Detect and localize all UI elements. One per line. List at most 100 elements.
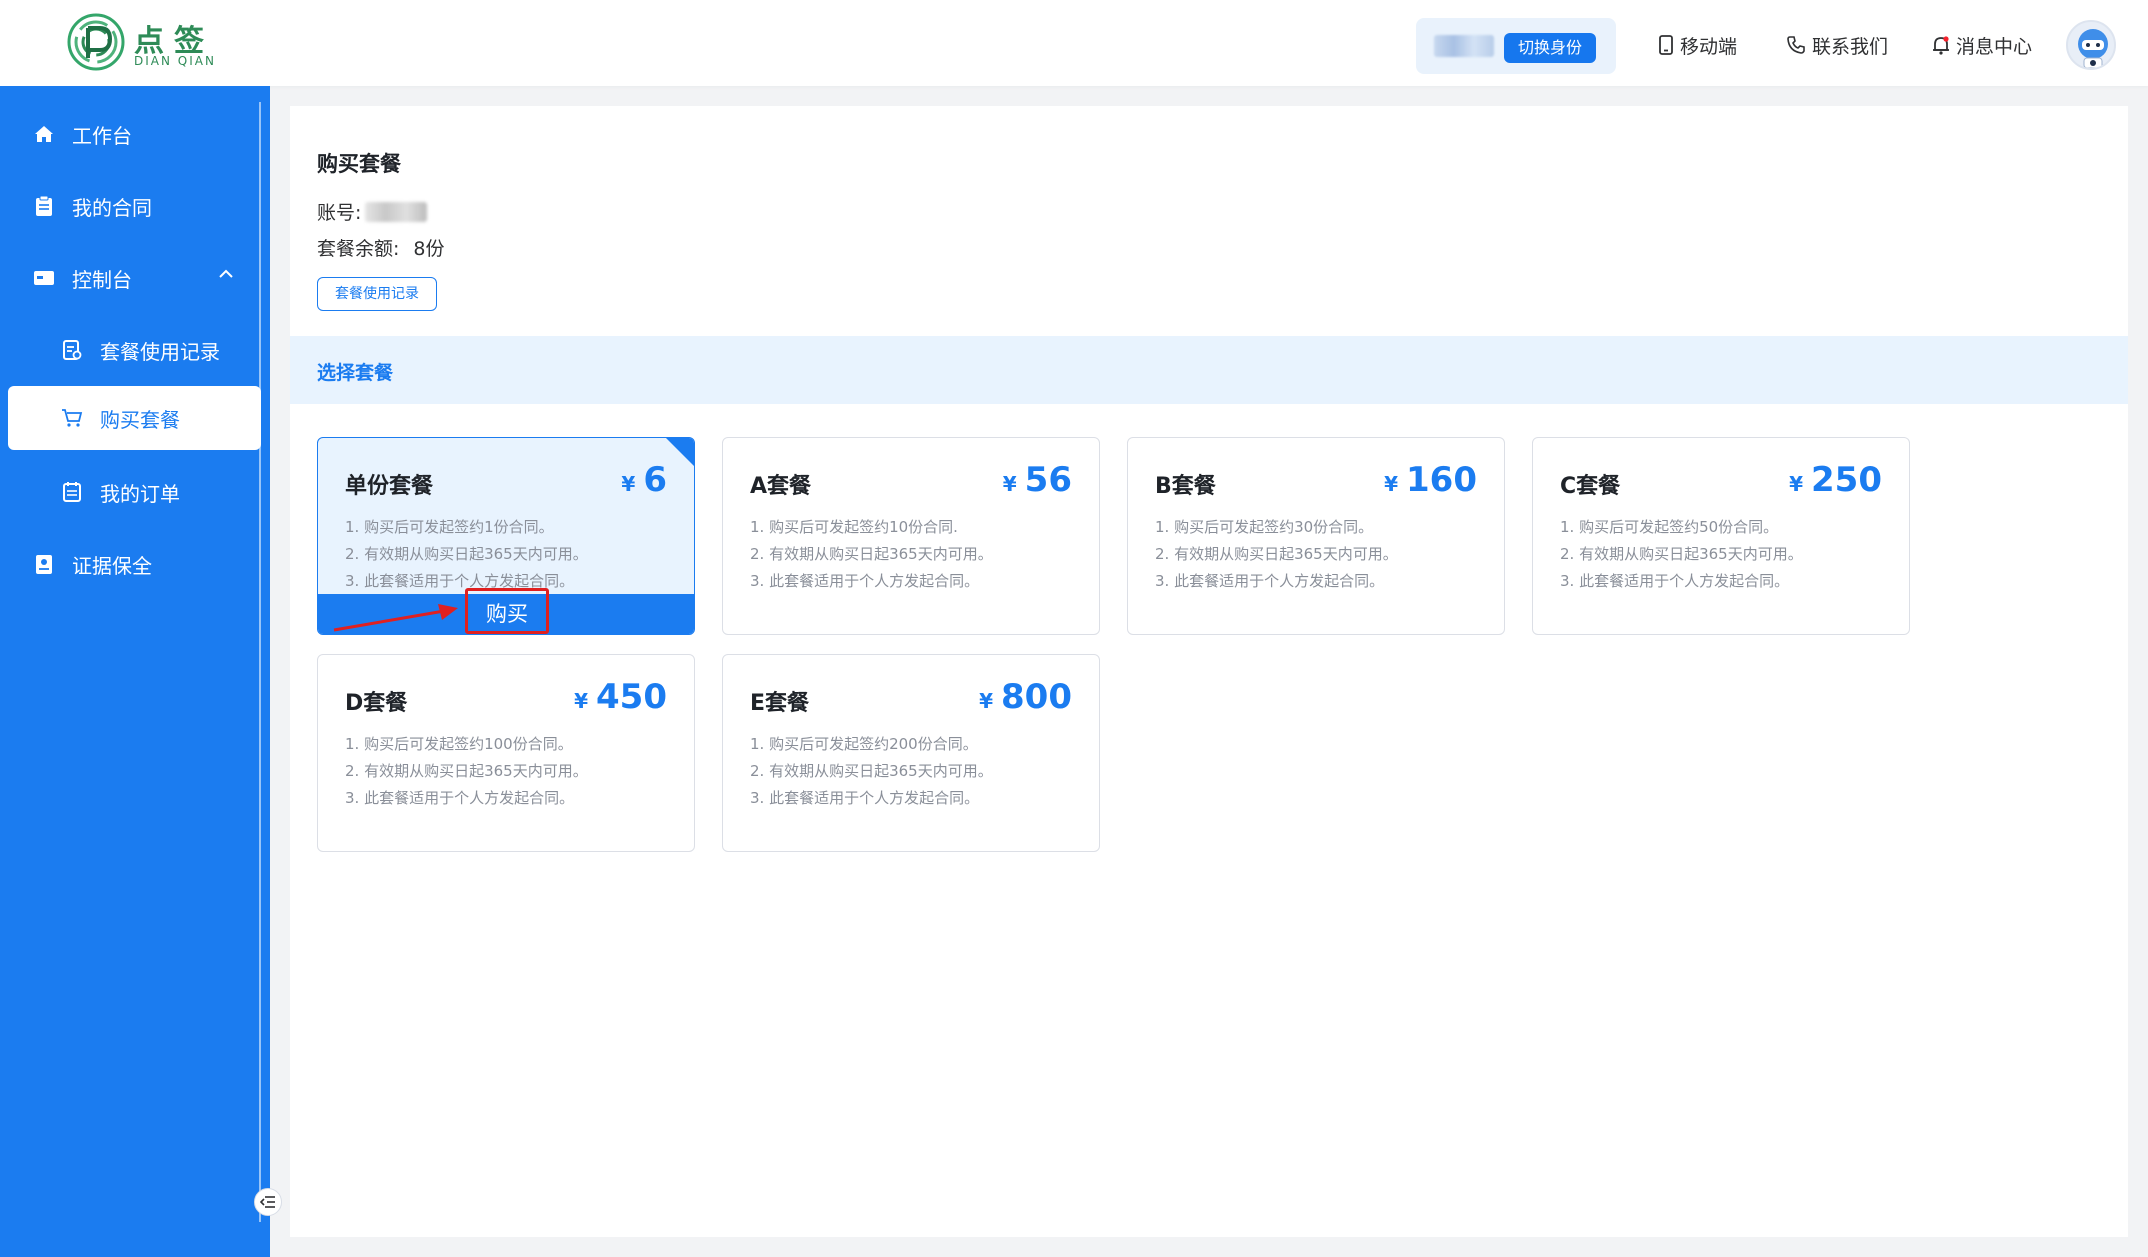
mobile-icon xyxy=(1659,35,1673,55)
description-line: 2. 有效期从购买日起365天内可用。 xyxy=(750,762,993,780)
sidebar-item-label: 我的合同 xyxy=(72,195,152,220)
price-value: 800 xyxy=(1001,677,1072,717)
description-line: 2. 有效期从购买日起365天内可用。 xyxy=(1560,545,1803,563)
balance-value: 8份 xyxy=(413,238,445,260)
sidebar: 工作台 我的合同 控制台 套餐使用记录 购买套餐 我的订单 证据保全 xyxy=(0,86,282,1257)
description-line: 2. 有效期从购买日起365天内可用。 xyxy=(1155,545,1398,563)
package-card-e[interactable]: E套餐 ¥800 1. 购买后可发起签约200份合同。 2. 有效期从购买日起3… xyxy=(722,654,1100,852)
avatar-robot-icon xyxy=(2078,29,2108,68)
package-price: ¥56 xyxy=(1003,460,1072,500)
description-line: 1. 购买后可发起签约1份合同。 xyxy=(345,518,554,536)
package-description: 1. 购买后可发起签约1份合同。 2. 有效期从购买日起365天内可用。 3. … xyxy=(345,514,588,595)
logo-mark-icon xyxy=(67,13,125,71)
package-card-b[interactable]: B套餐 ¥160 1. 购买后可发起签约30份合同。 2. 有效期从购买日起36… xyxy=(1127,437,1505,635)
currency-symbol: ¥ xyxy=(1789,472,1804,496)
evidence-icon xyxy=(32,552,56,576)
package-price: ¥250 xyxy=(1789,460,1882,500)
sidebar-item-label: 购买套餐 xyxy=(100,407,180,432)
user-avatar[interactable] xyxy=(2066,20,2116,70)
sidebar-item-label: 套餐使用记录 xyxy=(100,339,220,364)
phone-icon xyxy=(1787,36,1805,54)
description-line: 1. 购买后可发起签约100份合同。 xyxy=(345,735,573,753)
currency-symbol: ¥ xyxy=(1002,472,1017,496)
description-line: 3. 此套餐适用于个人方发起合同。 xyxy=(345,789,575,807)
package-name: C套餐 xyxy=(1560,474,1621,499)
package-description: 1. 购买后可发起签约200份合同。 2. 有效期从购买日起365天内可用。 3… xyxy=(750,731,993,812)
package-card-a[interactable]: A套餐 ¥56 1. 购买后可发起签约10份合同. 2. 有效期从购买日起365… xyxy=(722,437,1100,635)
price-value: 250 xyxy=(1811,460,1882,500)
bell-icon xyxy=(1933,36,1949,55)
clipboard-icon xyxy=(32,194,56,218)
price-value: 6 xyxy=(643,460,667,500)
balance-row: 套餐余额: 8份 xyxy=(317,234,445,261)
package-price: ¥450 xyxy=(574,677,667,717)
package-card-single[interactable]: 单份套餐 ¥6 1. 购买后可发起签约1份合同。 2. 有效期从购买日起365天… xyxy=(317,437,695,635)
buy-button[interactable]: 购买 xyxy=(465,588,549,634)
logo-text-en: DIAN QIAN xyxy=(134,54,216,68)
home-icon xyxy=(32,122,56,146)
currency-symbol: ¥ xyxy=(574,689,589,713)
package-description: 1. 购买后可发起签约30份合同。 2. 有效期从购买日起365天内可用。 3.… xyxy=(1155,514,1398,595)
description-line: 1. 购买后可发起签约50份合同。 xyxy=(1560,518,1779,536)
description-line: 3. 此套餐适用于个人方发起合同。 xyxy=(1560,572,1790,590)
sidebar-item-console[interactable]: 控制台 xyxy=(0,246,262,310)
description-line: 2. 有效期从购买日起365天内可用。 xyxy=(345,762,588,780)
price-value: 450 xyxy=(596,677,667,717)
collapse-sidebar-button[interactable] xyxy=(254,1188,282,1216)
sidebar-item-my-orders[interactable]: 我的订单 xyxy=(0,460,262,524)
package-card-c[interactable]: C套餐 ¥250 1. 购买后可发起签约50份合同。 2. 有效期从购买日起36… xyxy=(1532,437,1910,635)
currency-symbol: ¥ xyxy=(1384,472,1399,496)
contact-link[interactable]: 联系我们 xyxy=(1786,30,1888,60)
price-value: 56 xyxy=(1024,460,1072,500)
description-line: 1. 购买后可发起签约10份合同. xyxy=(750,518,958,536)
blurred-username xyxy=(1434,35,1494,57)
description-line: 2. 有效期从购买日起365天内可用。 xyxy=(345,545,588,563)
message-center-link[interactable]: 消息中心 xyxy=(1932,30,2032,60)
order-icon xyxy=(60,480,84,504)
package-description: 1. 购买后可发起签约100份合同。 2. 有效期从购买日起365天内可用。 3… xyxy=(345,731,588,812)
package-price: ¥6 xyxy=(621,460,667,500)
identity-box: 切换身份 xyxy=(1416,18,1616,74)
description-line: 3. 此套餐适用于个人方发起合同。 xyxy=(750,789,980,807)
package-usage-button[interactable]: 套餐使用记录 xyxy=(317,277,437,311)
account-label: 账号: xyxy=(317,202,362,224)
section-title: 选择套餐 xyxy=(317,362,394,384)
price-value: 160 xyxy=(1406,460,1477,500)
description-line: 1. 购买后可发起签约200份合同。 xyxy=(750,735,978,753)
selected-corner-mark xyxy=(666,438,694,466)
package-name: B套餐 xyxy=(1155,474,1216,499)
description-line: 1. 购买后可发起签约30份合同。 xyxy=(1155,518,1374,536)
package-description: 1. 购买后可发起签约50份合同。 2. 有效期从购买日起365天内可用。 3.… xyxy=(1560,514,1803,595)
section-header: 选择套餐 xyxy=(290,336,2128,404)
sidebar-item-package-usage[interactable]: 套餐使用记录 xyxy=(0,318,262,382)
account-row: 账号: xyxy=(317,198,428,225)
package-name: D套餐 xyxy=(345,691,408,716)
app-logo[interactable]: 点签 DIAN QIAN xyxy=(66,12,214,74)
package-name: E套餐 xyxy=(750,691,810,716)
cart-icon xyxy=(60,406,84,430)
switch-identity-button[interactable]: 切换身份 xyxy=(1504,33,1596,63)
collapse-icon xyxy=(260,1196,275,1208)
sidebar-item-label: 工作台 xyxy=(72,123,132,148)
sidebar-item-my-contracts[interactable]: 我的合同 xyxy=(0,174,262,238)
chevron-up-icon[interactable] xyxy=(218,268,234,280)
main-panel: 购买套餐 账号: 套餐余额: 8份 套餐使用记录 选择套餐 单份套餐 ¥6 1. … xyxy=(290,106,2128,1237)
sidebar-item-workbench[interactable]: 工作台 xyxy=(0,102,262,166)
record-icon xyxy=(60,338,84,362)
sidebar-item-label: 我的订单 xyxy=(100,481,180,506)
contact-label: 联系我们 xyxy=(1812,35,1889,58)
blurred-account xyxy=(365,201,428,222)
description-line: 3. 此套餐适用于个人方发起合同。 xyxy=(1155,572,1385,590)
sidebar-item-buy-package[interactable]: 购买套餐 xyxy=(8,386,261,450)
console-icon xyxy=(32,266,56,290)
package-name: A套餐 xyxy=(750,474,812,499)
buy-bar[interactable]: 购买 xyxy=(318,588,694,634)
currency-symbol: ¥ xyxy=(621,472,636,496)
sidebar-item-evidence[interactable]: 证据保全 xyxy=(0,532,262,596)
package-name: 单份套餐 xyxy=(345,474,434,499)
package-card-d[interactable]: D套餐 ¥450 1. 购买后可发起签约100份合同。 2. 有效期从购买日起3… xyxy=(317,654,695,852)
package-price: ¥800 xyxy=(979,677,1072,717)
description-line: 3. 此套餐适用于个人方发起合同。 xyxy=(750,572,980,590)
mobile-label: 移动端 xyxy=(1680,35,1738,58)
mobile-link[interactable]: 移动端 xyxy=(1658,30,1737,60)
